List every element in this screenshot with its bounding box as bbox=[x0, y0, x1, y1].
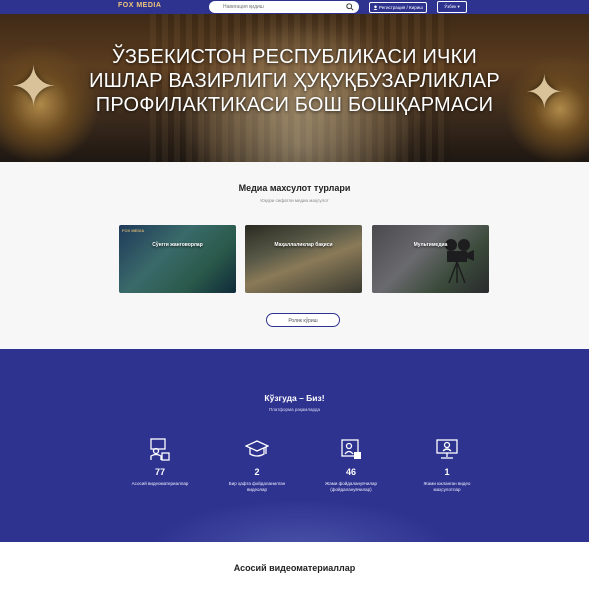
hero-title-line-2: ИШЛАР ВАЗИРЛИГИ ҲУҚУҚБУЗАРЛИКЛАР bbox=[89, 70, 500, 92]
main-videos-section: Асосий видеоматериаллар bbox=[0, 542, 589, 589]
media-section-subtitle: Юқори сифатли медиа маҳсулот bbox=[260, 198, 329, 203]
language-label: Ўзбек bbox=[444, 4, 457, 9]
stat-label: Асосий видеоматериаллар bbox=[115, 481, 205, 487]
search-input[interactable] bbox=[223, 4, 343, 10]
stat-label: Жами юкланган видео маҳсулотлар bbox=[402, 481, 492, 493]
logo-text: FOX MEDIA bbox=[118, 2, 162, 9]
stats-section: Кўзгуда – Биз! Платформа рақамларда 77 А… bbox=[0, 349, 589, 542]
media-card-label: Сўнгги жанговорлар bbox=[152, 242, 203, 248]
fox-media-logo[interactable]: FOX MEDIA bbox=[118, 2, 161, 9]
stat-item: 2 Бир ҳафта фойдаланилган видеолар bbox=[212, 437, 302, 493]
login-register-button[interactable]: Регистрация / Кириш bbox=[369, 2, 427, 13]
media-card[interactable]: Мультимедиа bbox=[372, 225, 489, 293]
watch-more-button[interactable]: Ролик кўриш bbox=[266, 313, 340, 327]
login-label: Регистрация / Кириш bbox=[379, 5, 423, 10]
media-card-label: Мультимедиа bbox=[413, 242, 448, 248]
stats-title: Кўзгуда – Биз! bbox=[264, 393, 325, 403]
stat-label-line: маҳсулотлар bbox=[433, 487, 461, 492]
stat-label-line: видеолар bbox=[246, 487, 268, 492]
stat-value: 2 bbox=[254, 467, 260, 477]
stat-item: 1 Жами юкланган видео маҳсулотлар bbox=[402, 437, 492, 493]
puzzle-person-icon bbox=[341, 439, 361, 459]
media-section-title: Медиа махсулот турлари bbox=[238, 183, 351, 193]
stat-value: 46 bbox=[345, 467, 356, 477]
stat-label-line: (фойдаланувчилар) bbox=[330, 487, 372, 492]
stat-label: Бир ҳафта фойдаланилган видеолар bbox=[212, 481, 302, 493]
stat-value: 77 bbox=[154, 467, 165, 477]
user-icon bbox=[373, 5, 378, 10]
stat-item: 77 Асосий видеоматериаллар bbox=[115, 437, 205, 487]
card-brand: FOX MEDIA bbox=[122, 228, 145, 233]
stat-label-line: Асосий видеоматериаллар bbox=[131, 481, 189, 486]
chevron-down-icon: ▾ bbox=[457, 4, 460, 9]
language-selector[interactable]: Ўзбек ▾ bbox=[437, 1, 467, 13]
media-card[interactable]: Маҳаллаликлар бақиси bbox=[245, 225, 362, 293]
monitor-person-icon bbox=[436, 439, 458, 459]
stat-label: Жами фойдаланувчилар (фойдаланувчилар) bbox=[306, 481, 396, 493]
search-icon[interactable] bbox=[346, 3, 354, 11]
hero-banner: ✦ ✦ ЎЗБЕКИСТОН РЕСПУБЛИКАСИ ИЧКИ ИШЛАР В… bbox=[0, 14, 589, 162]
stat-label-line: Жами фойдаланувчилар bbox=[325, 481, 377, 486]
hero-title-line-1: ЎЗБЕКИСТОН РЕСПУБЛИКАСИ ИЧКИ bbox=[111, 46, 477, 68]
media-card[interactable]: FOX MEDIA Сўнгги жанговорлар bbox=[119, 225, 236, 293]
main-videos-title: Асосий видеоматериаллар bbox=[233, 563, 356, 573]
graduation-cap-icon bbox=[245, 440, 269, 457]
video-lecture-icon bbox=[150, 438, 170, 461]
stat-value: 1 bbox=[444, 467, 450, 477]
stat-item: 46 Жами фойдаланувчилар (фойдаланувчилар… bbox=[306, 437, 396, 493]
media-card-label: Маҳаллаликлар бақиси bbox=[274, 242, 333, 248]
stats-subtitle: Платформа рақамларда bbox=[268, 407, 321, 412]
hero-title-line-3: ПРОФИЛАКТИКАСИ БОШ БОШҚАРМАСИ bbox=[95, 94, 494, 116]
stat-label-line: Жами юкланган видео bbox=[423, 481, 471, 486]
hero-title: ЎЗБЕКИСТОН РЕСПУБЛИКАСИ ИЧКИ ИШЛАР ВАЗИР… bbox=[0, 45, 589, 117]
top-navigation-bar: FOX MEDIA Регистрация / Кириш Ўзбек ▾ bbox=[0, 0, 589, 14]
search-bar[interactable] bbox=[209, 1, 359, 13]
media-types-section: Медиа махсулот турлари Юқори сифатли мед… bbox=[0, 162, 589, 349]
stat-label-line: Бир ҳафта фойдаланилган bbox=[228, 481, 286, 486]
